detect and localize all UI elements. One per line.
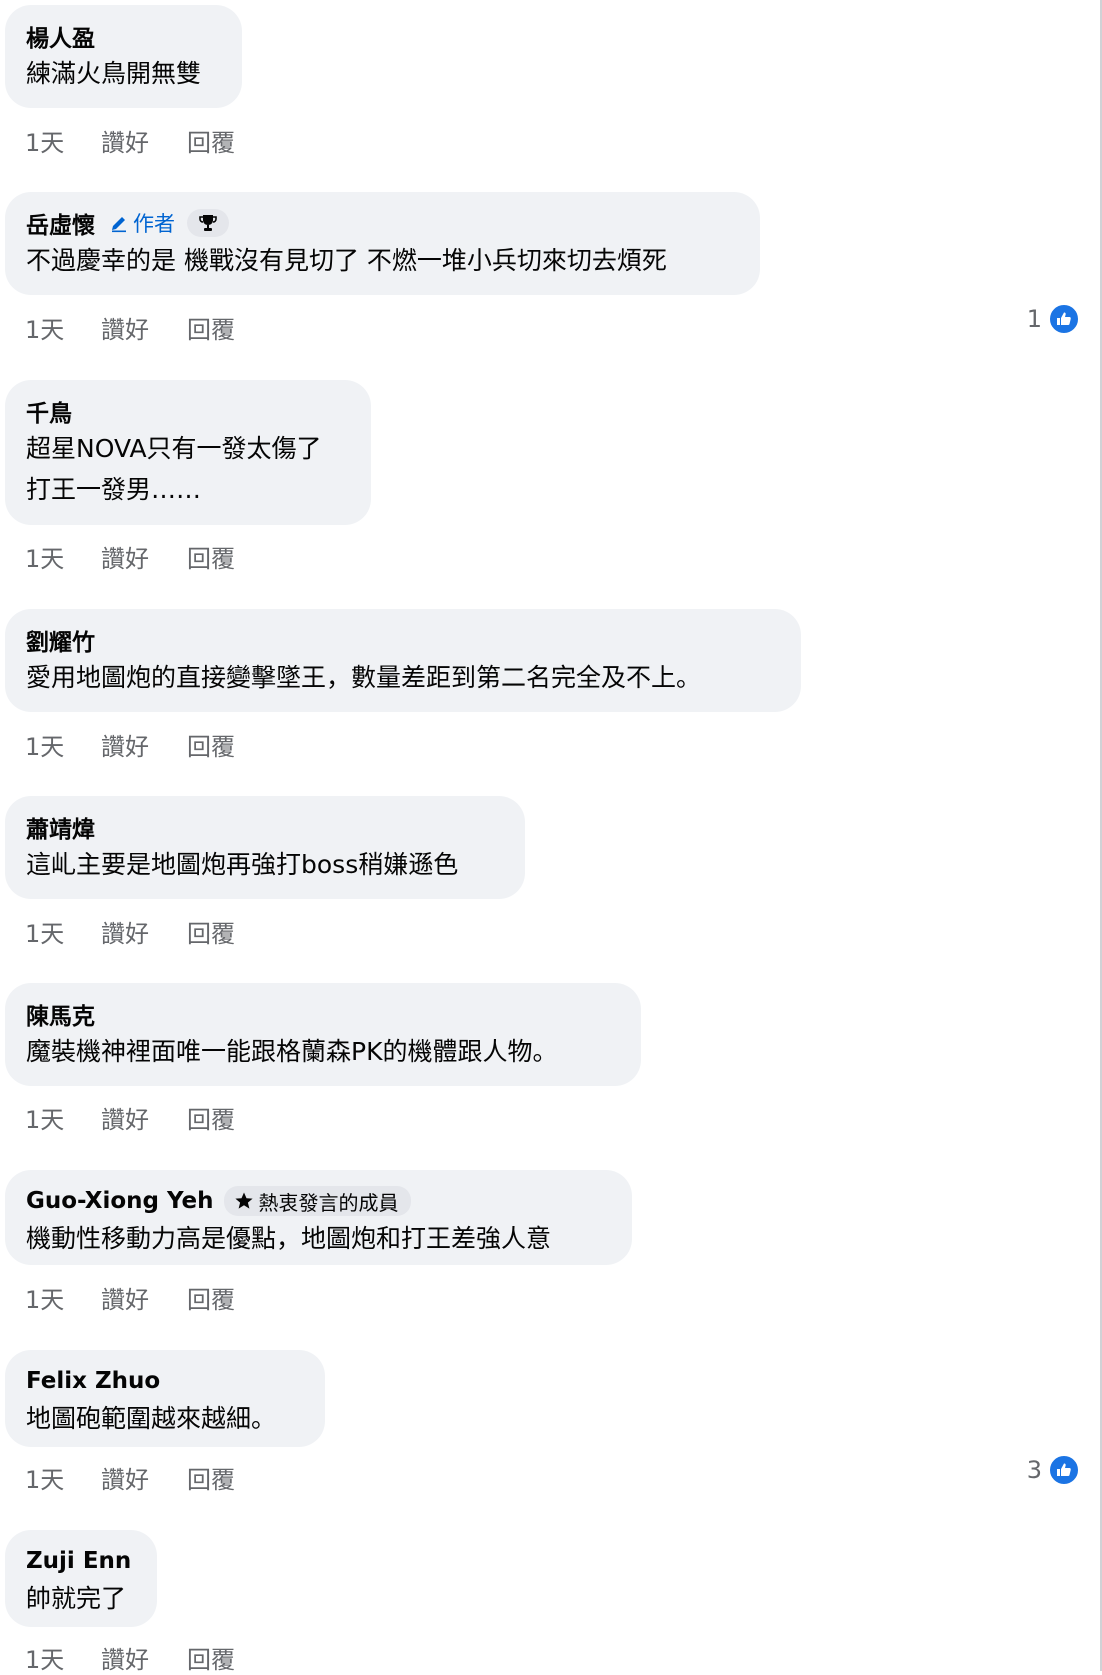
comment-time[interactable]: 1天 xyxy=(25,1460,101,1495)
comment-time[interactable]: 1天 xyxy=(25,1640,101,1675)
comment-actions: 1天 讚好 回覆 xyxy=(25,1100,235,1135)
comment-author[interactable]: 陳馬克 xyxy=(26,997,95,1031)
comment-author[interactable]: 千鳥 xyxy=(26,394,72,428)
comment-text: 練滿火鳥開無雙 xyxy=(26,59,202,88)
author-badge: 作者 xyxy=(109,208,175,238)
reply-button[interactable]: 回覆 xyxy=(187,310,235,345)
comment-bubble: Felix Zhuo 地圖砲範圍越來越細。 xyxy=(5,1350,325,1447)
comment-bubble: Zuji Enn 帥就完了 xyxy=(5,1530,157,1627)
comment-time[interactable]: 1天 xyxy=(25,123,101,158)
comment-text: 魔裝機神裡面唯一能跟格蘭森PK的機體跟人物。 xyxy=(26,1037,558,1066)
comment-time[interactable]: 1天 xyxy=(25,727,101,762)
comment-time[interactable]: 1天 xyxy=(25,914,101,949)
comment-time[interactable]: 1天 xyxy=(25,539,101,574)
like-button[interactable]: 讚好 xyxy=(101,914,187,949)
comment-time[interactable]: 1天 xyxy=(25,310,101,345)
comment-author[interactable]: 劉耀竹 xyxy=(26,623,95,657)
reply-button[interactable]: 回覆 xyxy=(187,1640,235,1675)
comment-time[interactable]: 1天 xyxy=(25,1100,101,1135)
reply-button[interactable]: 回覆 xyxy=(187,539,235,574)
like-button[interactable]: 讚好 xyxy=(101,1460,187,1495)
reaction-count: 3 xyxy=(1026,1456,1042,1484)
like-button[interactable]: 讚好 xyxy=(101,123,187,158)
comment-bubble: Guo-Xiong Yeh 熱衷發言的成員 機動性移動力高是優點，地圖炮和打王差… xyxy=(5,1170,632,1265)
pencil-icon xyxy=(112,217,126,233)
reply-button[interactable]: 回覆 xyxy=(187,1460,235,1495)
comment-bubble: 蕭靖煒 這乢主要是地圖炮再強打boss稍嫌遜色 xyxy=(5,796,525,899)
reaction-summary[interactable]: 3 xyxy=(1027,1454,1080,1486)
reaction-count: 1 xyxy=(1026,305,1042,333)
like-button[interactable]: 讚好 xyxy=(101,1100,187,1135)
like-button[interactable]: 讚好 xyxy=(101,727,187,762)
comment-bubble: 陳馬克 魔裝機神裡面唯一能跟格蘭森PK的機體跟人物。 xyxy=(5,983,641,1086)
trophy-icon xyxy=(199,215,217,231)
thumbs-up-icon xyxy=(1048,303,1080,335)
like-button[interactable]: 讚好 xyxy=(101,310,187,345)
comment-text: 超星NOVA只有一發太傷了 xyxy=(26,434,322,463)
comment-text: 不過慶幸的是 機戰沒有見切了 不燃一堆小兵切來切去煩死 xyxy=(26,246,667,275)
reply-button[interactable]: 回覆 xyxy=(187,123,235,158)
fan-badge-label: 熱衷發言的成員 xyxy=(258,1190,399,1215)
comment-text: 這乢主要是地圖炮再強打boss稍嫌遜色 xyxy=(26,850,459,879)
fan-badge: 熱衷發言的成員 xyxy=(223,1186,411,1216)
comment-bubble: 岳虛懷 作者 不過慶幸的是 機戰沒有見切了 不燃一堆小兵切來切去煩死 xyxy=(5,192,760,295)
comment-actions: 1天 讚好 回覆 xyxy=(25,310,235,345)
top-fan-badge xyxy=(187,209,229,237)
comment-actions: 1天 讚好 回覆 xyxy=(25,1640,235,1675)
comment-actions: 1天 讚好 回覆 xyxy=(25,1460,235,1495)
reply-button[interactable]: 回覆 xyxy=(187,914,235,949)
comment-author[interactable]: Felix Zhuo xyxy=(26,1368,160,1394)
reaction-summary[interactable]: 1 xyxy=(1027,303,1080,335)
comment-bubble: 楊人盈 練滿火鳥開無雙 xyxy=(5,5,242,108)
comment-author[interactable]: Zuji Enn xyxy=(26,1548,131,1574)
reply-button[interactable]: 回覆 xyxy=(187,1100,235,1135)
comment-author[interactable]: 楊人盈 xyxy=(26,19,95,53)
like-button[interactable]: 讚好 xyxy=(101,1280,187,1315)
comment-actions: 1天 讚好 回覆 xyxy=(25,727,235,762)
comment-author[interactable]: 蕭靖煒 xyxy=(26,810,95,844)
reply-button[interactable]: 回覆 xyxy=(187,1280,235,1315)
comment-bubble: 千鳥 超星NOVA只有一發太傷了 打王一發男…… xyxy=(5,380,371,525)
comment-text: 愛用地圖炮的直接變擊墜王，數量差距到第二名完全及不上。 xyxy=(26,663,702,692)
comment-text: 機動性移動力高是優點，地圖炮和打王差強人意 xyxy=(26,1224,552,1253)
star-icon xyxy=(234,1192,253,1209)
comment-text: 地圖砲範圍越來越細。 xyxy=(26,1404,277,1433)
comment-text: 帥就完了 xyxy=(26,1584,127,1613)
reply-button[interactable]: 回覆 xyxy=(187,727,235,762)
comment-actions: 1天 讚好 回覆 xyxy=(25,539,235,574)
comments-page: { "comments": [ { "author": "楊人盈", "line… xyxy=(0,0,1102,1674)
author-badge-label: 作者 xyxy=(133,212,175,236)
comment-author[interactable]: Guo-Xiong Yeh xyxy=(26,1188,214,1214)
like-button[interactable]: 讚好 xyxy=(101,1640,187,1675)
comment-text: 打王一發男…… xyxy=(26,475,202,504)
comment-actions: 1天 讚好 回覆 xyxy=(25,123,235,158)
comment-time[interactable]: 1天 xyxy=(25,1280,101,1315)
comment-actions: 1天 讚好 回覆 xyxy=(25,914,235,949)
like-button[interactable]: 讚好 xyxy=(101,539,187,574)
thumbs-up-icon xyxy=(1048,1454,1080,1486)
comment-actions: 1天 讚好 回覆 xyxy=(25,1280,235,1315)
comment-bubble: 劉耀竹 愛用地圖炮的直接變擊墜王，數量差距到第二名完全及不上。 xyxy=(5,609,801,712)
comment-author[interactable]: 岳虛懷 xyxy=(26,206,95,240)
